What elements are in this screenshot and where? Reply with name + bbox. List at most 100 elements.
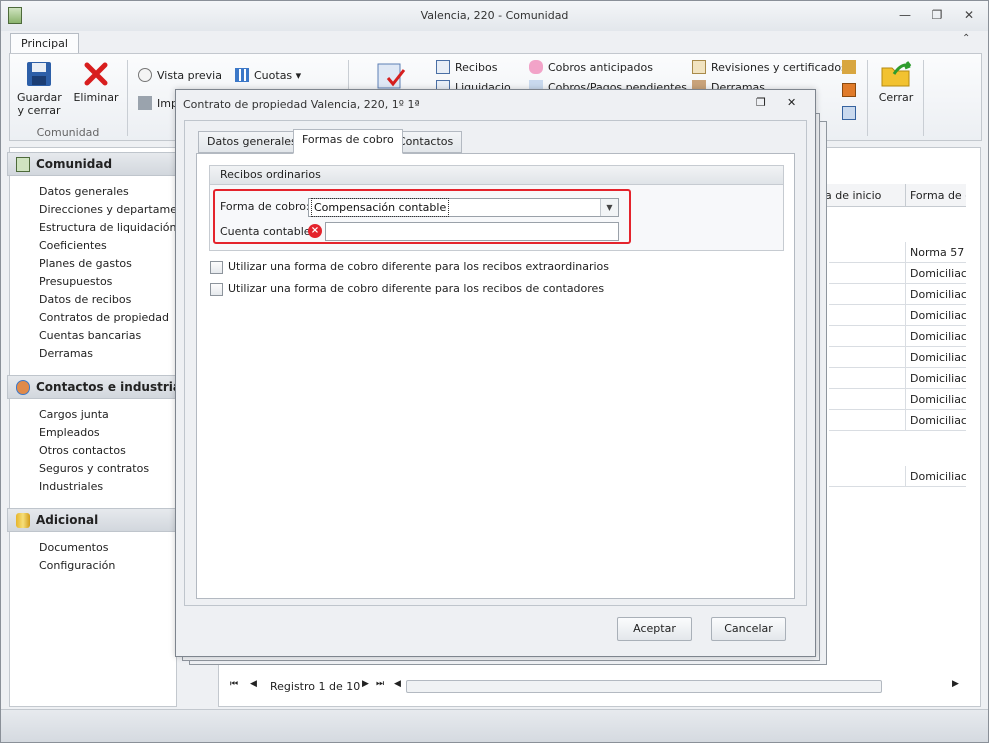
column-header-start-date[interactable]: ha de inicio [814, 184, 905, 207]
delete-button[interactable]: Eliminar [70, 60, 122, 104]
nav-item-contactos-3[interactable]: Seguros y contratos [39, 462, 149, 475]
pending-payments-button[interactable]: Cobros/Pagos pendientes [529, 80, 687, 89]
save-icon [27, 62, 51, 86]
piggy-bank-icon [529, 60, 543, 74]
building-icon[interactable] [842, 60, 856, 74]
table-row[interactable] [829, 242, 905, 263]
table-row[interactable] [829, 347, 905, 368]
nav-item-adicional-1[interactable]: Configuración [39, 559, 115, 572]
account-label: Cuenta contable: [220, 225, 315, 238]
quotas-button[interactable]: Cuotas ▾ [235, 68, 301, 84]
nav-section-comunidad[interactable]: Comunidad [7, 152, 177, 176]
nav-item-comunidad-9[interactable]: Derramas [39, 347, 93, 360]
close-button[interactable]: Cerrar [872, 60, 920, 104]
record-navigator: ⏮ ◀ Registro 1 de 10 ▶ ⏭ ◀ ▶ [230, 678, 965, 696]
extraordinary-checkbox[interactable] [210, 261, 223, 274]
advance-payments-label: Cobros anticipados [548, 61, 653, 74]
nav-item-comunidad-5[interactable]: Presupuestos [39, 275, 112, 288]
table-row[interactable] [829, 284, 905, 305]
table-row[interactable] [829, 326, 905, 347]
close-folder-icon [881, 61, 912, 87]
preview-icon [138, 68, 152, 82]
nav-item-comunidad-8[interactable]: Cuentas bancarias [39, 329, 141, 342]
status-bar [1, 709, 988, 742]
contacts-icon [16, 380, 30, 395]
minimize-button[interactable]: — [895, 7, 915, 23]
table-cell-payment-method[interactable]: Domiciliación [905, 368, 966, 389]
checklist-icon[interactable] [374, 60, 408, 90]
chart-icon[interactable] [842, 106, 856, 120]
table-cell-payment-method[interactable]: Domiciliación [905, 389, 966, 410]
nav-section-adicional-title: Adicional [36, 513, 99, 527]
nav-item-adicional-0[interactable]: Documentos [39, 541, 108, 554]
dialog-close-button[interactable]: ✕ [787, 96, 796, 109]
book-icon[interactable] [842, 83, 856, 97]
close-window-button[interactable]: ✕ [959, 7, 979, 23]
nav-item-contactos-2[interactable]: Otros contactos [39, 444, 126, 457]
table-cell-payment-method[interactable]: Domiciliación [905, 284, 966, 305]
table-cell-payment-method[interactable]: Domiciliación [905, 347, 966, 368]
reviews-button[interactable]: Revisiones y certificados [692, 60, 847, 76]
certificate-icon [692, 60, 706, 74]
table-row[interactable] [829, 410, 905, 431]
account-input[interactable] [325, 222, 619, 241]
dialog-restore-button[interactable]: ❐ [756, 96, 766, 109]
table-row[interactable] [829, 263, 905, 284]
nav-item-comunidad-6[interactable]: Datos de recibos [39, 293, 131, 306]
nav-section-adicional[interactable]: Adicional [7, 508, 177, 532]
tab-formas-de-cobro[interactable]: Formas de cobro [293, 129, 403, 154]
nav-item-comunidad-0[interactable]: Datos generales [39, 185, 129, 198]
table-row[interactable] [829, 389, 905, 410]
derramas-label: Derramas [711, 81, 766, 89]
tab-principal[interactable]: Principal [10, 33, 79, 54]
table-row[interactable] [829, 305, 905, 326]
next-record-icon[interactable]: ▶ [362, 679, 369, 689]
table-cell-payment-method[interactable]: Domiciliación [905, 263, 966, 284]
preview-button[interactable]: Vista previa [138, 68, 222, 84]
save-close-button[interactable]: Guardar y cerrar [14, 60, 64, 117]
receipts-button[interactable]: Recibos [436, 60, 497, 76]
column-header-payment-method[interactable]: Forma de co [905, 184, 966, 207]
dropdown-arrow-icon[interactable]: ▼ [600, 199, 618, 216]
table-row[interactable] [829, 466, 905, 487]
horizontal-scrollbar[interactable] [406, 680, 882, 693]
table-cell-payment-method[interactable]: Domiciliación [905, 466, 966, 487]
nav-item-comunidad-2[interactable]: Estructura de liquidación [39, 221, 176, 234]
accept-button[interactable]: Aceptar [617, 617, 692, 641]
nav-item-contactos-4[interactable]: Industriales [39, 480, 103, 493]
close-label: Cerrar [878, 91, 914, 104]
liquidation-button[interactable]: Liquidacio... [436, 80, 521, 89]
nav-item-comunidad-3[interactable]: Coeficientes [39, 239, 107, 252]
nav-item-comunidad-4[interactable]: Planes de gastos [39, 257, 132, 270]
save-close-label: Guardar y cerrar [17, 91, 62, 117]
nav-item-contactos-1[interactable]: Empleados [39, 426, 100, 439]
group-separator [923, 60, 924, 136]
scroll-left-icon[interactable]: ◀ [394, 679, 401, 689]
payment-method-select[interactable]: Compensación contable ▼ [308, 198, 619, 217]
scroll-right-icon[interactable]: ▶ [952, 679, 959, 689]
tab-datos-generales[interactable]: Datos generales [198, 131, 306, 153]
nav-section-contactos[interactable]: Contactos e industriales [7, 375, 200, 399]
nav-item-comunidad-7[interactable]: Contratos de propiedad [39, 311, 169, 324]
advance-payments-button[interactable]: Cobros anticipados [529, 60, 653, 76]
cancel-button[interactable]: Cancelar [711, 617, 786, 641]
pending-payments-label: Cobros/Pagos pendientes [548, 81, 687, 89]
first-record-icon[interactable]: ⏮ [230, 679, 238, 689]
restore-button[interactable]: ❐ [927, 7, 947, 23]
ribbon-collapse-icon[interactable]: ⌃ [962, 33, 970, 44]
group-separator [127, 60, 128, 136]
table-cell-payment-method[interactable]: Domiciliación [905, 305, 966, 326]
print-button[interactable]: Imp [138, 96, 178, 112]
delete-icon [84, 62, 108, 86]
derramas-button[interactable]: Derramas [692, 80, 765, 89]
table-cell-payment-method[interactable]: Domiciliación [905, 326, 966, 347]
prev-record-icon[interactable]: ◀ [250, 679, 257, 689]
nav-item-contactos-0[interactable]: Cargos junta [39, 408, 109, 421]
table-cell-payment-method[interactable]: Norma 57 [905, 242, 966, 263]
table-row[interactable] [829, 368, 905, 389]
receipts-label: Recibos [455, 61, 498, 74]
last-record-icon[interactable]: ⏭ [376, 679, 384, 689]
meters-checkbox[interactable] [210, 283, 223, 296]
dialog-title: Contrato de propiedad Valencia, 220, 1º … [183, 98, 420, 111]
table-cell-payment-method[interactable]: Domiciliación [905, 410, 966, 431]
